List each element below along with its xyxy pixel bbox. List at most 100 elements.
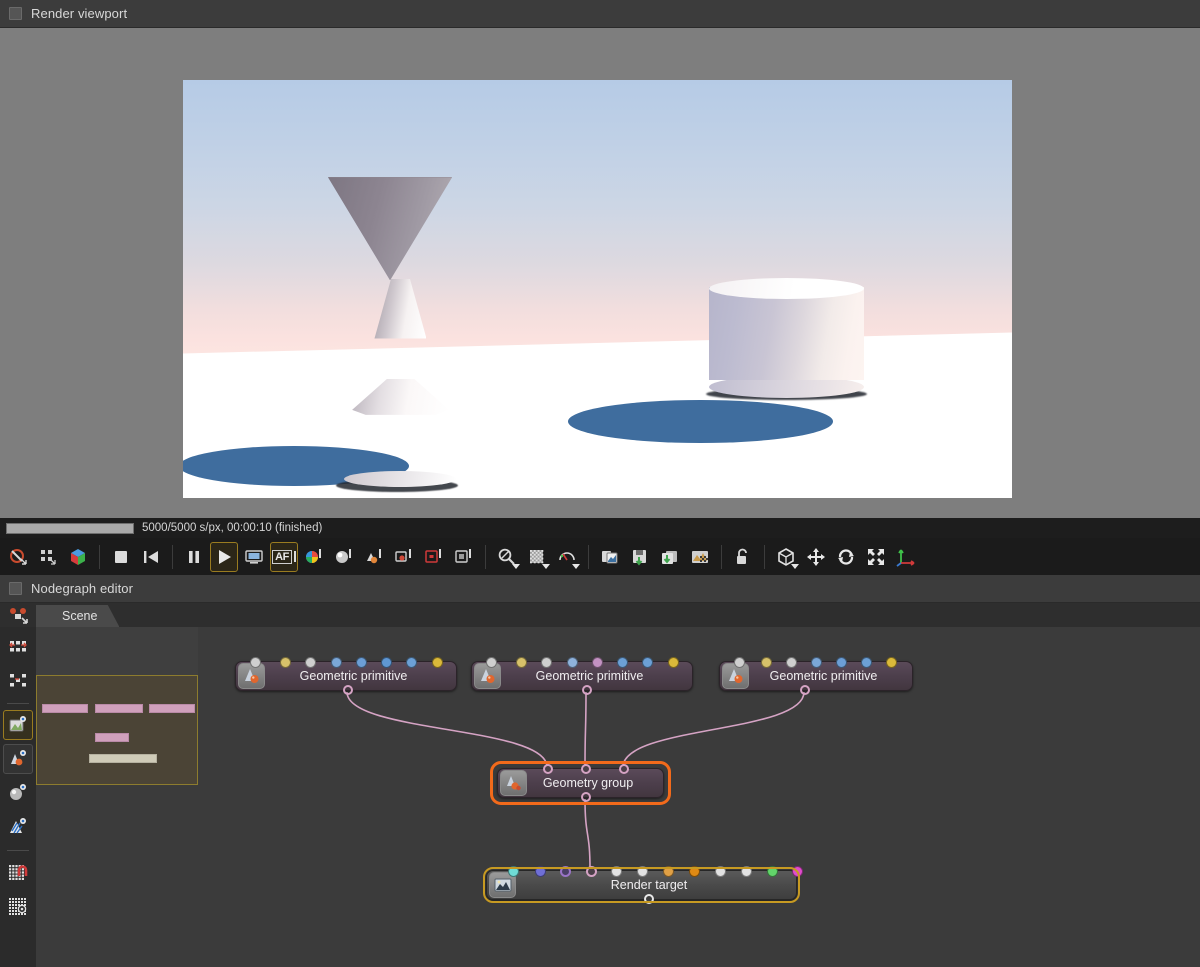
- node-render-target[interactable]: Render target: [483, 866, 803, 904]
- restart-render-icon[interactable]: [137, 542, 165, 572]
- node-input-port[interactable]: [642, 657, 653, 668]
- rgb-cube-icon[interactable]: [64, 542, 92, 572]
- rendered-image[interactable]: [183, 80, 1012, 498]
- node-input-port[interactable]: [668, 657, 679, 668]
- chevron-down-icon[interactable]: [542, 563, 550, 569]
- tab-scene[interactable]: Scene: [36, 605, 120, 627]
- nodegraph-minimap[interactable]: [36, 675, 198, 785]
- chevron-down-icon[interactable]: [572, 563, 580, 569]
- node-input-port[interactable]: [486, 657, 497, 668]
- magnet-snap-icon[interactable]: [3, 857, 33, 887]
- nodegraph-icon[interactable]: [0, 603, 36, 627]
- node-input-port[interactable]: [560, 866, 571, 877]
- node-input-port[interactable]: [406, 657, 417, 668]
- auto-focus-icon[interactable]: AF: [270, 541, 298, 572]
- node-input-port[interactable]: [280, 657, 291, 668]
- node-input-port[interactable]: [381, 657, 392, 668]
- node-input-port[interactable]: [689, 866, 700, 877]
- region-render-icon[interactable]: [240, 542, 268, 572]
- node-input-port[interactable]: [250, 657, 261, 668]
- node-body[interactable]: Geometric primitive: [471, 657, 693, 695]
- scale-tool-icon[interactable]: [862, 542, 890, 572]
- node-input-port[interactable]: [543, 764, 553, 774]
- node-input-port[interactable]: [356, 657, 367, 668]
- node-input-port[interactable]: [786, 657, 797, 668]
- node-input-port[interactable]: [508, 866, 519, 877]
- node-geometric-primitive-1[interactable]: Geometric primitive: [235, 657, 457, 695]
- node-output-port[interactable]: [582, 685, 592, 695]
- move-tool-icon[interactable]: [802, 542, 830, 572]
- render-viewport-titlebar[interactable]: Render viewport: [0, 0, 1200, 28]
- node-input-port[interactable]: [741, 866, 752, 877]
- node-input-port[interactable]: [331, 657, 342, 668]
- show-texture-nodes-icon[interactable]: [3, 812, 33, 842]
- node-input-port[interactable]: [811, 657, 822, 668]
- node-input-port[interactable]: [619, 764, 629, 774]
- show-material-nodes-icon[interactable]: [3, 744, 33, 774]
- geometry-group-icon[interactable]: [500, 770, 527, 796]
- node-input-port[interactable]: [581, 764, 591, 774]
- node-input-port[interactable]: [516, 657, 527, 668]
- material-sphere-picker-icon[interactable]: [330, 542, 358, 572]
- chevron-down-icon[interactable]: [791, 563, 799, 569]
- lock-icon[interactable]: [729, 542, 757, 572]
- node-body[interactable]: Geometric primitive: [235, 657, 457, 695]
- node-input-port[interactable]: [305, 657, 316, 668]
- stop-render-icon[interactable]: [107, 542, 135, 572]
- show-geometry-nodes-icon[interactable]: [3, 778, 33, 808]
- node-input-port[interactable]: [792, 866, 803, 877]
- show-image-nodes-icon[interactable]: [3, 710, 33, 740]
- alpha-checker-icon[interactable]: [523, 542, 551, 572]
- node-output-port[interactable]: [644, 894, 654, 904]
- node-body[interactable]: Render target: [486, 866, 803, 904]
- node-input-port[interactable]: [567, 657, 578, 668]
- node-input-port[interactable]: [761, 657, 772, 668]
- node-input-port[interactable]: [886, 657, 897, 668]
- node-geometric-primitive-3[interactable]: Geometric primitive: [719, 657, 913, 695]
- node-input-port[interactable]: [541, 657, 552, 668]
- render-region-marker-icon[interactable]: [420, 542, 448, 572]
- node-geometry-group[interactable]: Geometry group: [490, 761, 671, 805]
- reset-render-region-icon[interactable]: [4, 542, 32, 572]
- color-wheel-picker-icon[interactable]: [300, 542, 328, 572]
- play-render-icon[interactable]: [210, 541, 238, 572]
- nodegraph-titlebar[interactable]: Nodegraph editor: [0, 575, 1200, 603]
- node-input-port[interactable]: [617, 657, 628, 668]
- render-viewport-canvas[interactable]: [0, 28, 1200, 518]
- expand-nodes-icon[interactable]: [3, 631, 33, 661]
- dock-box-icon[interactable]: [9, 582, 22, 595]
- node-input-port[interactable]: [715, 866, 726, 877]
- node-input-port[interactable]: [663, 866, 674, 877]
- crop-region-icon[interactable]: [450, 542, 478, 572]
- node-geometric-primitive-2[interactable]: Geometric primitive: [471, 657, 693, 695]
- node-input-port[interactable]: [586, 866, 597, 877]
- rotate-tool-icon[interactable]: [832, 542, 860, 572]
- object-picker-icon[interactable]: [360, 542, 388, 572]
- node-input-port[interactable]: [861, 657, 872, 668]
- image-compare-icon[interactable]: [686, 542, 714, 572]
- copy-image-icon[interactable]: [596, 542, 624, 572]
- dock-box-icon[interactable]: [9, 7, 22, 20]
- collapse-nodes-icon[interactable]: [3, 665, 33, 695]
- exposure-gauge-icon[interactable]: [553, 542, 581, 572]
- nodegraph-canvas[interactable]: Geometric primitive Geometric primitive Ge…: [0, 627, 1200, 967]
- render-region-select-icon[interactable]: [34, 542, 62, 572]
- bounding-box-icon[interactable]: [772, 542, 800, 572]
- pause-render-icon[interactable]: [180, 542, 208, 572]
- chevron-down-icon[interactable]: [512, 563, 520, 569]
- save-layers-icon[interactable]: [656, 542, 684, 572]
- grid-toggle-icon[interactable]: [3, 891, 33, 921]
- light-picker-icon[interactable]: [390, 542, 418, 572]
- node-input-port[interactable]: [535, 866, 546, 877]
- node-input-port[interactable]: [836, 657, 847, 668]
- node-output-port[interactable]: [581, 792, 591, 802]
- node-input-port[interactable]: [637, 866, 648, 877]
- node-body[interactable]: Geometric primitive: [719, 657, 913, 695]
- axis-gizmo-icon[interactable]: [892, 542, 920, 572]
- node-input-port[interactable]: [767, 866, 778, 877]
- node-output-port[interactable]: [800, 685, 810, 695]
- node-output-port[interactable]: [343, 685, 353, 695]
- node-input-port[interactable]: [611, 866, 622, 877]
- node-input-port[interactable]: [592, 657, 603, 668]
- save-image-icon[interactable]: [626, 542, 654, 572]
